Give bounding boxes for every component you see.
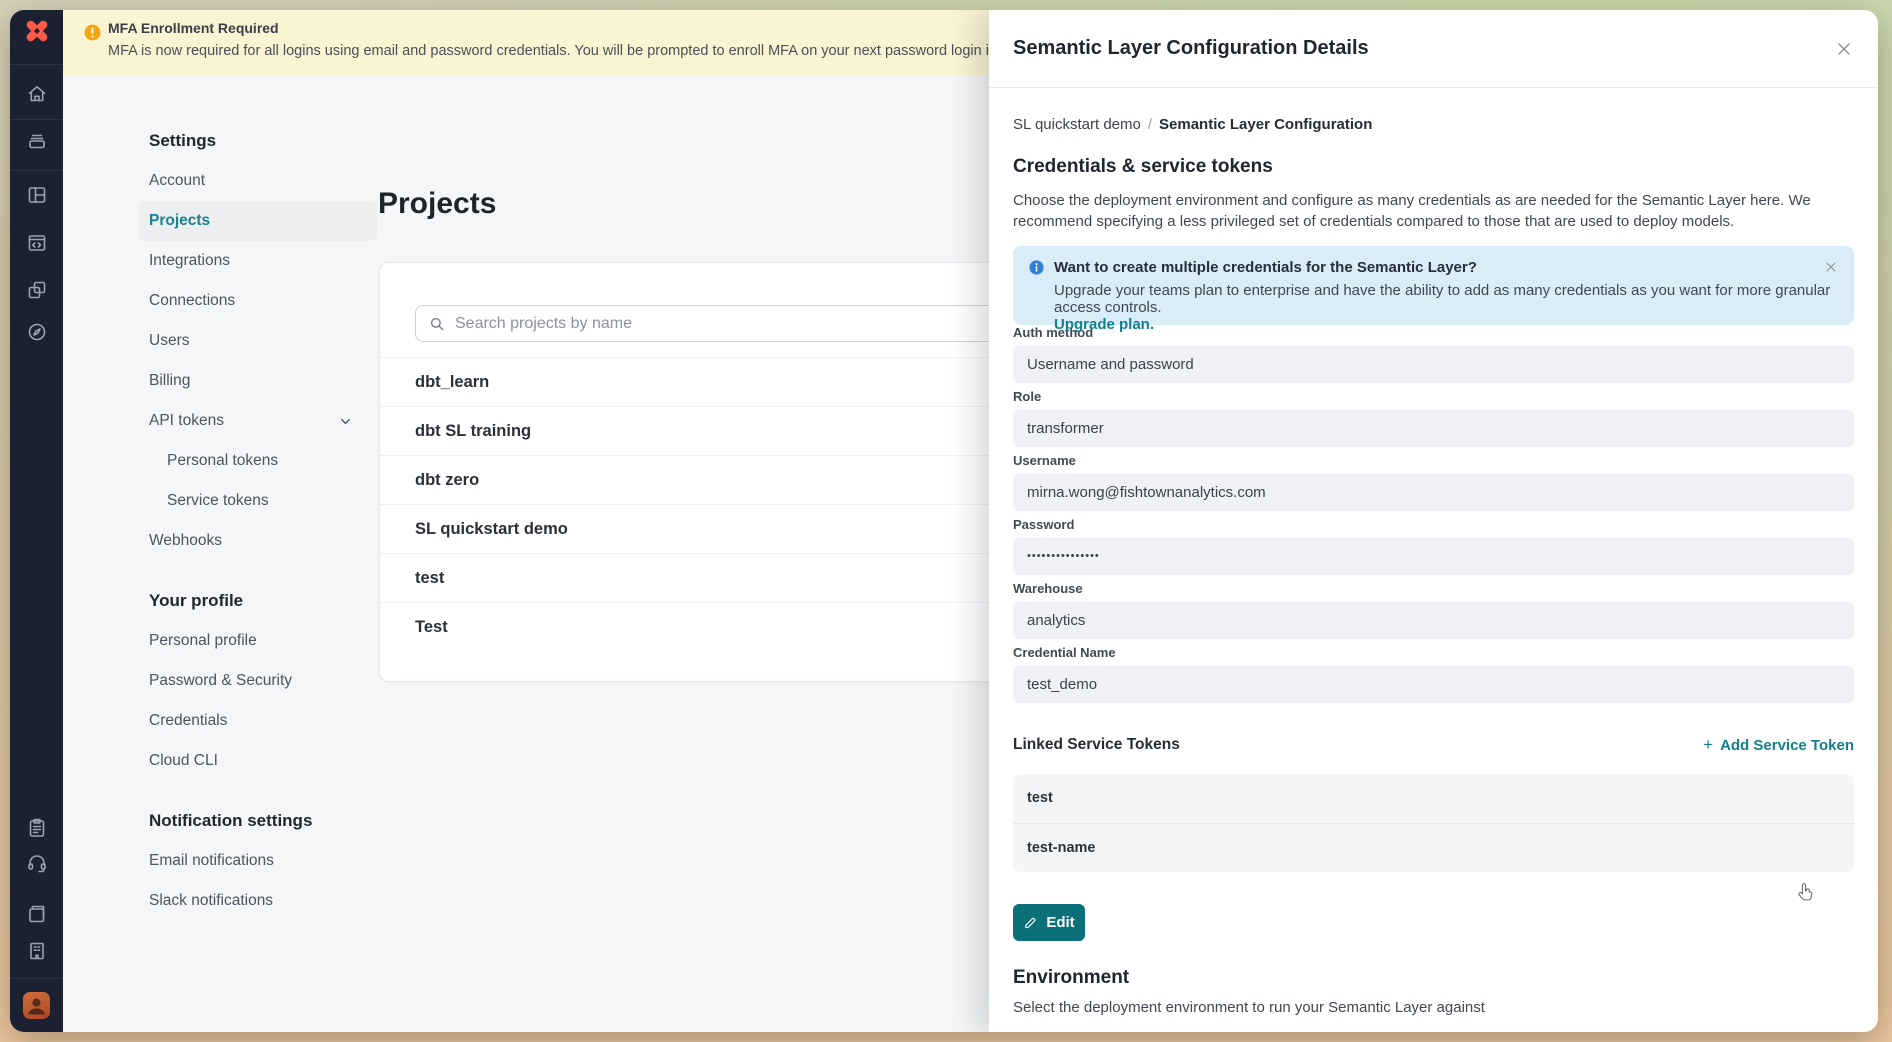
username-value: mirna.wong@fishtownanalytics.com — [1013, 474, 1854, 511]
environment-section-title: Environment — [1013, 967, 1854, 989]
warning-icon — [83, 23, 102, 47]
plus-icon: + — [1703, 735, 1713, 755]
linked-tokens-list: test test-name — [1013, 774, 1854, 872]
role-value: transformer — [1013, 410, 1854, 447]
nav-heading-your-profile: Your profile — [149, 581, 367, 621]
panel-body: SL quickstart demo/Semantic Layer Config… — [989, 116, 1878, 1016]
orchestration-icon[interactable] — [23, 276, 51, 304]
search-icon — [428, 315, 446, 333]
explore-icon[interactable] — [23, 318, 51, 346]
field-warehouse: Warehouse analytics — [1013, 581, 1854, 639]
panel-header: Semantic Layer Configuration Details — [989, 10, 1878, 88]
divider — [10, 119, 63, 120]
cursor-hand-icon — [1794, 881, 1816, 910]
info-banner-title: Want to create multiple credentials for … — [1029, 259, 1838, 276]
nav-heading-settings: Settings — [149, 121, 367, 161]
breadcrumb: SL quickstart demo/Semantic Layer Config… — [1013, 116, 1854, 133]
field-username: Username mirna.wong@fishtownanalytics.co… — [1013, 453, 1854, 511]
credentials-section-title: Credentials & service tokens — [1013, 156, 1854, 178]
sidebar-item-service-tokens[interactable]: Service tokens — [139, 481, 377, 521]
panel-title: Semantic Layer Configuration Details — [1013, 37, 1834, 60]
auth-method-value: Username and password — [1013, 346, 1854, 383]
warehouse-value: analytics — [1013, 602, 1854, 639]
sidebar-item-users[interactable]: Users — [139, 321, 377, 361]
nav-heading-notification-settings: Notification settings — [149, 801, 367, 841]
sidebar-item-personal-tokens[interactable]: Personal tokens — [139, 441, 377, 481]
user-avatar[interactable] — [23, 992, 50, 1019]
breadcrumb-project[interactable]: SL quickstart demo — [1013, 116, 1141, 133]
sidebar-item-connections[interactable]: Connections — [139, 281, 377, 321]
info-close-icon[interactable] — [1823, 259, 1839, 275]
sidebar-item-credentials[interactable]: Credentials — [139, 701, 377, 741]
chevron-down-icon — [338, 414, 367, 429]
sidebar-item-slack-notifications[interactable]: Slack notifications — [139, 881, 377, 921]
credential-name-value: test_demo — [1013, 666, 1854, 703]
page-title: Projects — [378, 187, 496, 221]
deploy-icon[interactable] — [23, 127, 51, 155]
dbt-logo-icon[interactable] — [22, 16, 52, 46]
sidebar-item-webhooks[interactable]: Webhooks — [139, 521, 377, 561]
token-row: test-name — [1013, 823, 1854, 872]
sidebar-item-password-security[interactable]: Password & Security — [139, 661, 377, 701]
field-role: Role transformer — [1013, 389, 1854, 447]
upgrade-info-banner: Want to create multiple credentials for … — [1013, 246, 1854, 325]
add-service-token-button[interactable]: + Add Service Token — [1703, 735, 1854, 755]
semantic-layer-panel: Semantic Layer Configuration Details SL … — [989, 10, 1878, 1032]
organization-icon[interactable] — [23, 937, 51, 965]
docs-icon[interactable] — [23, 900, 51, 928]
field-auth-method: Auth method Username and password — [1013, 325, 1854, 383]
upgrade-plan-link[interactable]: Upgrade plan. — [1054, 316, 1154, 333]
field-credential-name: Credential Name test_demo — [1013, 645, 1854, 703]
field-password: Password ••••••••••••••• — [1013, 517, 1854, 575]
close-icon[interactable] — [1834, 39, 1854, 59]
environment-description: Select the deployment environment to run… — [1013, 999, 1854, 1016]
breadcrumb-current: Semantic Layer Configuration — [1159, 116, 1372, 133]
sidebar-item-cloud-cli[interactable]: Cloud CLI — [139, 741, 377, 781]
sidebar-item-billing[interactable]: Billing — [139, 361, 377, 401]
edit-button[interactable]: Edit — [1013, 904, 1085, 941]
app-sidebar — [10, 10, 63, 1032]
info-banner-body: Upgrade your teams plan to enterprise an… — [1054, 282, 1830, 316]
develop-icon[interactable] — [23, 229, 51, 257]
app-window: MFA Enrollment Required MFA is now requi… — [10, 10, 1878, 1032]
home-icon[interactable] — [23, 80, 51, 108]
info-icon — [1028, 259, 1045, 281]
divider — [10, 64, 63, 65]
sidebar-item-api-tokens[interactable]: API tokens — [139, 401, 377, 441]
token-row: test — [1013, 774, 1854, 823]
sidebar-item-personal-profile[interactable]: Personal profile — [139, 621, 377, 661]
linked-tokens-title: Linked Service Tokens — [1013, 736, 1180, 754]
pencil-icon — [1023, 915, 1038, 930]
divider — [10, 170, 63, 171]
divider — [10, 978, 63, 979]
credentials-description: Choose the deployment environment and co… — [1013, 190, 1854, 232]
password-value: ••••••••••••••• — [1013, 538, 1854, 575]
sidebar-item-email-notifications[interactable]: Email notifications — [139, 841, 377, 881]
sidebar-item-account[interactable]: Account — [139, 161, 377, 201]
dashboards-icon[interactable] — [23, 181, 51, 209]
support-icon[interactable] — [23, 849, 51, 877]
linked-tokens-header: Linked Service Tokens + Add Service Toke… — [1013, 735, 1854, 755]
sidebar-item-integrations[interactable]: Integrations — [139, 241, 377, 281]
sidebar-item-projects[interactable]: Projects — [139, 201, 377, 241]
tasks-icon[interactable] — [23, 814, 51, 842]
settings-nav: Settings Account Projects Integrations C… — [149, 121, 367, 921]
